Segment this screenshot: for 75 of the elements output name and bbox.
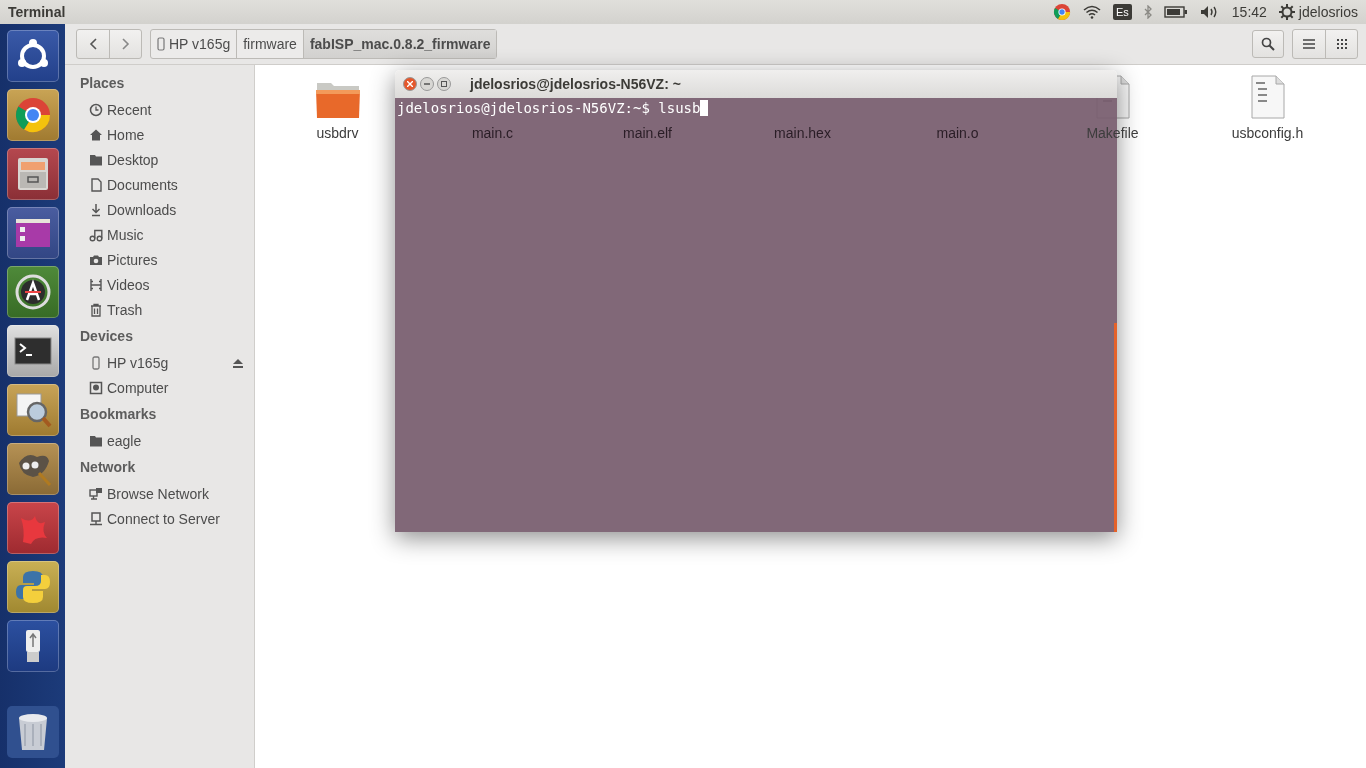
- film-icon: [89, 277, 103, 292]
- minimize-icon: [424, 83, 430, 85]
- window-title: Terminal: [8, 4, 67, 20]
- folder-icon: [89, 152, 103, 167]
- search-button[interactable]: [1252, 30, 1284, 58]
- launcher-item[interactable]: [6, 89, 59, 141]
- folder-icon: [89, 433, 103, 448]
- chevron-left-icon: [89, 38, 97, 50]
- wifi-icon[interactable]: [1082, 5, 1101, 19]
- document-icon: [89, 177, 103, 192]
- sidebar-heading: Places: [80, 74, 126, 93]
- sidebar-item[interactable]: Videos: [80, 272, 254, 297]
- terminal-title: jdelosrios@jdelosrios-N56VZ: ~: [470, 76, 681, 92]
- sidebar-item[interactable]: Trash: [80, 297, 254, 322]
- close-icon: [407, 81, 413, 87]
- clock-icon: [89, 102, 103, 117]
- server-icon: [89, 511, 103, 526]
- clock[interactable]: 15:42: [1231, 4, 1267, 20]
- sidebar-item[interactable]: Downloads: [80, 197, 254, 222]
- battery-icon[interactable]: [1163, 6, 1188, 18]
- usb-drive-icon: [89, 355, 103, 370]
- file-name[interactable]: usbdrv: [316, 125, 359, 141]
- launcher-item[interactable]: [6, 384, 59, 436]
- gear-icon[interactable]: [1278, 4, 1295, 20]
- sidebar-item[interactable]: Recent: [80, 97, 254, 122]
- grid-icon: [1336, 39, 1347, 49]
- launcher-item[interactable]: [6, 148, 59, 200]
- launcher-item[interactable]: [6, 325, 59, 377]
- sidebar-item[interactable]: Computer: [80, 375, 254, 400]
- download-icon: [89, 202, 103, 217]
- trash-icon[interactable]: [6, 706, 59, 758]
- browser-icon[interactable]: [1052, 3, 1071, 21]
- eject-icon[interactable]: [232, 357, 244, 368]
- network-icon: [89, 486, 103, 501]
- breadcrumb[interactable]: HP v165g: [151, 30, 237, 58]
- sidebar-item[interactable]: Documents: [80, 172, 254, 197]
- launcher-item[interactable]: [6, 30, 59, 82]
- close-button[interactable]: [403, 77, 417, 91]
- sidebar-item[interactable]: Music: [80, 222, 254, 247]
- sidebar-item[interactable]: Home: [80, 122, 254, 147]
- user-name[interactable]: jdelosrios: [1298, 4, 1358, 20]
- sidebar-heading: Network: [80, 458, 137, 477]
- chevron-right-icon: [121, 38, 130, 50]
- sidebar-heading: Devices: [80, 327, 134, 346]
- sidebar-item[interactable]: Browse Network: [80, 481, 254, 506]
- launcher-item[interactable]: [6, 561, 59, 613]
- sidebar-heading: Bookmarks: [80, 405, 158, 424]
- text-cursor: [700, 100, 709, 116]
- maximize-button[interactable]: [437, 77, 451, 91]
- launcher-item[interactable]: [6, 443, 59, 495]
- breadcrumb[interactable]: firmware: [236, 30, 303, 58]
- bluetooth-icon[interactable]: [1143, 5, 1152, 19]
- keyboard-layout-indicator[interactable]: Es: [1112, 4, 1132, 20]
- terminal-prompt: jdelosrios@jdelosrios-N56VZ:~$: [397, 100, 651, 116]
- minimize-button[interactable]: [420, 77, 434, 91]
- sidebar-item[interactable]: Pictures: [80, 247, 254, 272]
- breadcrumb[interactable]: fabISP_mac.0.8.2_firmware: [302, 30, 497, 58]
- music-icon: [89, 227, 103, 242]
- sidebar-item[interactable]: HP v165g: [80, 350, 254, 375]
- launcher-item[interactable]: [6, 266, 59, 318]
- maximize-icon: [441, 81, 447, 87]
- launcher-item[interactable]: [6, 620, 59, 672]
- file-name[interactable]: usbconfig.h: [1231, 125, 1304, 141]
- trash-icon: [89, 302, 103, 317]
- sidebar-item[interactable]: Desktop: [80, 147, 254, 172]
- menu-icon: [1303, 39, 1315, 49]
- usb-drive-icon: [157, 37, 165, 51]
- terminal-command: lsusb: [658, 100, 701, 116]
- home-icon: [89, 127, 103, 142]
- folder-icon: [314, 81, 361, 119]
- sidebar-item[interactable]: Connect to Server: [80, 506, 254, 531]
- search-icon: [1261, 37, 1275, 51]
- launcher-item[interactable]: [6, 207, 59, 259]
- text-file-icon: [1250, 75, 1285, 119]
- sidebar-item[interactable]: eagle: [80, 428, 254, 453]
